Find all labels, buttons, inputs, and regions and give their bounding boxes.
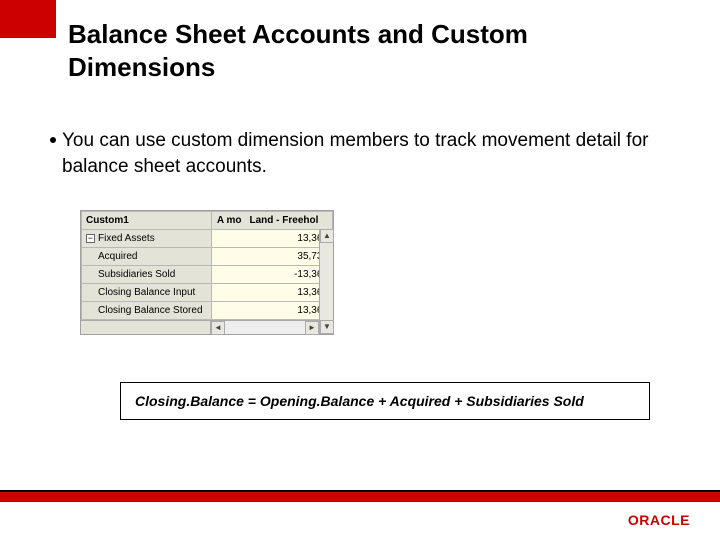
grid-corner-cell: Custom1 <box>82 212 212 230</box>
grid-col-header: Land - Freehol <box>246 212 333 230</box>
row-label: Closing Balance Input <box>82 284 212 302</box>
oracle-logo: ORACLE <box>628 512 690 528</box>
slide-title: Balance Sheet Accounts and Custom Dimens… <box>68 18 680 83</box>
vertical-scrollbar[interactable]: ▲ ▼ <box>319 229 333 334</box>
bullet-text: You can use custom dimension members to … <box>62 128 660 179</box>
scroll-right-icon[interactable]: ► <box>305 321 319 335</box>
scroll-left-icon[interactable]: ◄ <box>211 321 225 335</box>
scrollbar-track[interactable] <box>225 321 305 334</box>
formula-box: Closing.Balance = Opening.Balance + Acqu… <box>120 382 650 420</box>
footer-divider <box>0 492 720 502</box>
row-value: 13,366 <box>212 302 333 320</box>
brand-square <box>0 0 56 38</box>
table-row: Subsidiaries Sold -13,366 <box>82 266 333 284</box>
row-label: −Fixed Assets <box>82 230 212 248</box>
table-row: Closing Balance Stored 13,366 <box>82 302 333 320</box>
row-value: 13,366 <box>212 284 333 302</box>
scroll-down-icon[interactable]: ▼ <box>320 320 334 334</box>
grid-col-partial-left: A mo <box>212 212 246 230</box>
table-row: Acquired 35,732 <box>82 248 333 266</box>
scrollbar-spacer <box>81 321 211 334</box>
bullet-item: You can use custom dimension members to … <box>50 128 660 179</box>
bullet-dot-icon <box>50 137 56 143</box>
row-value: 35,732 <box>212 248 333 266</box>
row-label: Acquired <box>82 248 212 266</box>
row-value: -13,366 <box>212 266 333 284</box>
row-value: 13,366 <box>212 230 333 248</box>
horizontal-scrollbar[interactable]: ◄ ► <box>81 320 333 334</box>
dimension-grid: Custom1 A mo Land - Freehol −Fixed Asset… <box>80 210 334 335</box>
scroll-up-icon[interactable]: ▲ <box>320 229 334 243</box>
collapse-icon[interactable]: − <box>86 234 95 243</box>
table-row: Closing Balance Input 13,366 <box>82 284 333 302</box>
row-label: Subsidiaries Sold <box>82 266 212 284</box>
table-row: −Fixed Assets 13,366 <box>82 230 333 248</box>
row-label: Closing Balance Stored <box>82 302 212 320</box>
